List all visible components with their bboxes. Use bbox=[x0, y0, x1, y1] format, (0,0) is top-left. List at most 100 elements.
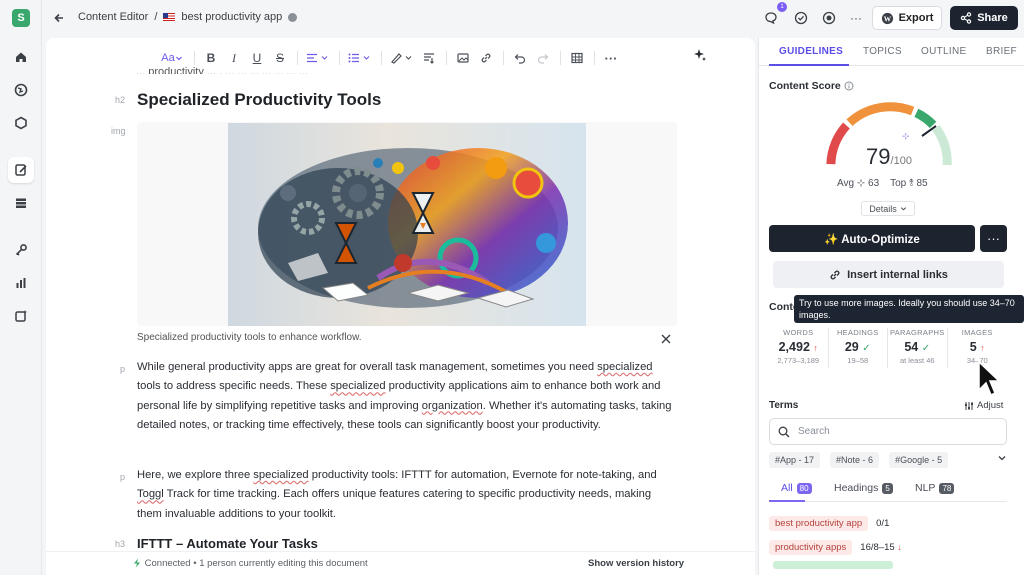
plagiarism-button[interactable] bbox=[819, 8, 839, 28]
link-icon[interactable] bbox=[475, 49, 497, 67]
chart-icon[interactable] bbox=[8, 270, 34, 296]
spelling-flag[interactable]: specialized bbox=[597, 361, 652, 373]
tab-headings-terms[interactable]: Headings 5 bbox=[834, 482, 893, 494]
content-editor-icon[interactable] bbox=[8, 157, 34, 183]
section-heading[interactable]: Specialized Productivity Tools bbox=[137, 90, 381, 110]
text-style-dropdown[interactable]: Aa bbox=[156, 49, 188, 67]
tab-nlp-terms[interactable]: NLP 78 bbox=[915, 482, 955, 494]
chevron-down-icon[interactable] bbox=[997, 453, 1007, 463]
count-badge: 78 bbox=[939, 482, 955, 494]
terms-search-input[interactable]: Search bbox=[769, 418, 1007, 445]
export-button[interactable]: W Export bbox=[872, 6, 942, 30]
text-run: While general productivity apps are grea… bbox=[137, 361, 598, 373]
stat-label: HEADINGS bbox=[836, 328, 879, 337]
spelling-flag[interactable]: specialized bbox=[253, 469, 308, 481]
bold-icon[interactable]: B bbox=[200, 49, 222, 67]
home-icon[interactable] bbox=[8, 44, 34, 70]
more-formatting-icon[interactable]: ··· bbox=[600, 49, 622, 67]
redo-icon[interactable] bbox=[532, 49, 554, 67]
strikethrough-icon[interactable]: S bbox=[269, 49, 291, 67]
mouse-cursor-icon bbox=[978, 360, 1001, 397]
search-icon bbox=[778, 426, 790, 437]
document-title[interactable]: best productivity app bbox=[181, 11, 282, 23]
chat-bubble-icon bbox=[765, 12, 777, 25]
more-options-button[interactable]: ··· bbox=[980, 225, 1007, 252]
key-icon[interactable] bbox=[8, 237, 34, 263]
stat-value: 2,492 bbox=[778, 340, 810, 354]
clear-format-icon[interactable] bbox=[418, 49, 440, 67]
hashtag-note[interactable]: #Note - 6 bbox=[830, 452, 880, 468]
back-button[interactable] bbox=[48, 7, 70, 29]
details-button[interactable]: Details bbox=[861, 201, 915, 216]
stat-range: 2,773–3,189 bbox=[777, 356, 820, 365]
arrow-up-icon: ↑ bbox=[980, 343, 985, 353]
keyword-row-partial[interactable] bbox=[773, 561, 893, 569]
chevron-down-icon bbox=[175, 56, 182, 61]
paragraph-2[interactable]: Here, we explore three specialized produ… bbox=[137, 466, 677, 524]
ai-sparkle-icon[interactable] bbox=[693, 48, 707, 67]
hashtag-app[interactable]: #App - 17 bbox=[769, 452, 821, 468]
tab-label: NLP bbox=[915, 482, 936, 494]
stat-value: 5 bbox=[969, 340, 977, 354]
highlight-dropdown[interactable] bbox=[387, 49, 417, 67]
stat-headings[interactable]: HEADINGS 29 ✓ 19–58 bbox=[829, 328, 888, 368]
tab-outline[interactable]: OUTLINE bbox=[921, 46, 966, 57]
stack-icon[interactable] bbox=[8, 190, 34, 216]
plugin-icon[interactable] bbox=[8, 110, 34, 136]
search-placeholder: Search bbox=[798, 426, 830, 437]
toolbar-divider bbox=[339, 51, 340, 65]
breadcrumb-section[interactable]: Content Editor bbox=[78, 11, 148, 23]
target-icon bbox=[822, 11, 836, 25]
document-editor: Aa B I U S ··· ... productivity ... , ..… bbox=[46, 38, 755, 575]
info-icon[interactable] bbox=[844, 81, 854, 91]
content-score-heading: Content Score bbox=[769, 80, 854, 92]
tab-label: All bbox=[781, 482, 793, 494]
stat-paragraphs[interactable]: PARAGRAPHS 54 ✓ at least 46 bbox=[888, 328, 948, 368]
tab-topics[interactable]: TOPICS bbox=[863, 46, 902, 57]
connection-text: Connected • 1 person currently editing t… bbox=[144, 558, 368, 569]
hashtag-google[interactable]: #Google - 5 bbox=[889, 452, 949, 468]
active-tab-underline bbox=[769, 500, 805, 502]
keyword-row[interactable]: productivity apps 16/8–15 ↓ bbox=[769, 539, 902, 555]
keyword-row[interactable]: best productivity app 0/1 bbox=[769, 515, 889, 531]
info-icon[interactable] bbox=[288, 12, 298, 22]
adjust-button[interactable]: Adjust bbox=[964, 400, 1003, 411]
share-button[interactable]: Share bbox=[950, 6, 1018, 30]
app-logo[interactable]: S bbox=[12, 9, 30, 27]
auto-optimize-button[interactable]: ✨ Auto-Optimize bbox=[769, 225, 975, 252]
subsection-heading[interactable]: IFTTT – Automate Your Tasks bbox=[137, 536, 318, 549]
image-caption[interactable]: Specialized productivity tools to enhanc… bbox=[137, 332, 362, 343]
paragraph-1[interactable]: While general productivity apps are grea… bbox=[137, 358, 677, 435]
align-dropdown[interactable] bbox=[303, 49, 333, 67]
ai-writer-icon[interactable] bbox=[8, 303, 34, 329]
more-menu-button[interactable]: ··· bbox=[846, 8, 866, 28]
stat-words[interactable]: WORDS 2,492 ↑ 2,773–3,189 bbox=[769, 328, 829, 368]
tab-guidelines[interactable]: GUIDELINES bbox=[779, 46, 843, 57]
globe-icon[interactable] bbox=[8, 77, 34, 103]
sliders-icon bbox=[965, 401, 973, 410]
block-tag-p: p bbox=[120, 364, 126, 374]
content-score: 79/100 bbox=[859, 144, 919, 170]
undo-icon[interactable] bbox=[509, 49, 531, 67]
spelling-flag[interactable]: organization bbox=[422, 400, 483, 412]
list-dropdown[interactable] bbox=[345, 49, 375, 67]
image-insert-icon[interactable] bbox=[452, 49, 474, 67]
share-label: Share bbox=[977, 12, 1008, 24]
tab-brief[interactable]: BRIEF bbox=[986, 46, 1017, 57]
spelling-flag[interactable]: Toggl bbox=[137, 488, 164, 500]
table-icon[interactable] bbox=[566, 49, 588, 67]
image-block[interactable] bbox=[137, 122, 677, 326]
version-history-link[interactable]: Show version history bbox=[588, 558, 684, 569]
details-label: Details bbox=[869, 203, 897, 214]
spelling-flag[interactable]: specialized bbox=[330, 380, 385, 392]
count-badge: 80 bbox=[796, 482, 812, 494]
italic-icon[interactable]: I bbox=[223, 49, 245, 67]
tab-all-terms[interactable]: All 80 bbox=[781, 482, 812, 494]
check-button[interactable] bbox=[791, 8, 811, 28]
block-tag-h2: h2 bbox=[115, 95, 126, 105]
underline-icon[interactable]: U bbox=[246, 49, 268, 67]
close-icon[interactable] bbox=[660, 332, 672, 344]
highlighter-icon bbox=[391, 53, 412, 64]
avg-top-scores: Avg ⊹ 63 Top ⥉ 85 bbox=[837, 178, 928, 189]
insert-internal-links-button[interactable]: Insert internal links bbox=[773, 261, 1004, 288]
